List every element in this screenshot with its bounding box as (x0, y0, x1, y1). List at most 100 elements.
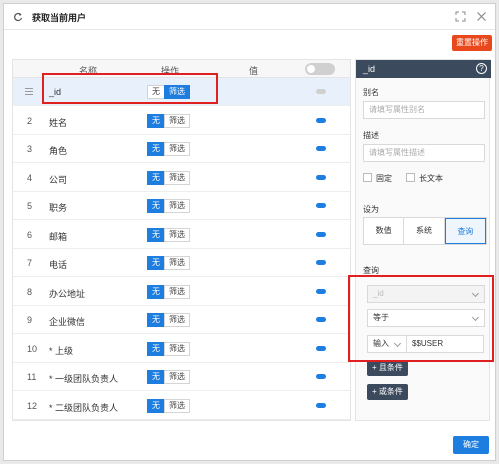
filter-option[interactable]: 筛选 (164, 341, 190, 356)
row-number: 9 (27, 315, 33, 325)
row-name: * 二级团队负责人 (49, 402, 119, 413)
alias-input[interactable]: 请填写属性别名 (363, 101, 485, 119)
row-value-switch[interactable] (316, 203, 326, 208)
row-number: 6 (27, 229, 33, 240)
fixed-checkbox[interactable] (363, 173, 372, 182)
longtext-label: 长文本 (419, 174, 443, 183)
row-number: 8 (27, 286, 33, 297)
row-number: 5 (27, 201, 33, 211)
row-number: 4 (27, 172, 33, 183)
row-value-switch[interactable] (316, 345, 326, 351)
row-action-toggle: 无筛选 (147, 370, 190, 384)
table-row[interactable]: 8 办公地址 无筛选 (13, 278, 350, 306)
none-option[interactable]: 无 (147, 199, 165, 213)
filter-option[interactable]: 筛选 (164, 227, 190, 242)
row-value-switch[interactable] (316, 89, 326, 94)
row-name: 电话 (49, 260, 68, 270)
filter-option[interactable]: 筛选 (164, 170, 190, 185)
drag-handle-icon[interactable] (25, 88, 33, 95)
filter-option[interactable]: 筛选 (164, 113, 190, 128)
setas-number[interactable]: 数值 (364, 218, 405, 244)
row-value-switch[interactable] (316, 317, 326, 322)
filter-option[interactable]: 筛选 (164, 313, 190, 327)
table-row[interactable]: 3 角色 无筛选 (13, 135, 350, 163)
row-number: 10 (27, 343, 38, 354)
reset-button[interactable]: 重置操作 (452, 35, 492, 51)
row-value-switch[interactable] (316, 402, 326, 408)
help-icon[interactable]: ? (476, 63, 487, 74)
row-name: * 上级 (49, 345, 74, 356)
none-option[interactable]: 无 (147, 256, 165, 270)
refresh-icon[interactable] (13, 12, 23, 22)
and-condition-button[interactable]: + 且条件 (367, 360, 408, 376)
table-row[interactable]: 5 职务 无筛选 (13, 192, 350, 220)
row-value-switch[interactable] (316, 260, 326, 265)
filter-option[interactable]: 筛选 (164, 256, 190, 270)
desc-input[interactable]: 请填写属性描述 (363, 144, 485, 162)
row-action-toggle: 无筛选 (147, 341, 190, 356)
none-option[interactable]: 无 (147, 113, 165, 128)
alias-label: 别名 (363, 88, 379, 97)
filter-option[interactable]: 筛选 (164, 142, 190, 156)
table-row[interactable]: 7 电话 无筛选 (13, 249, 350, 277)
confirm-button[interactable]: 确定 (453, 436, 489, 454)
dialog-titlebar: 获取当前用户 (4, 4, 495, 30)
highlight-box-query (348, 275, 494, 362)
none-option[interactable]: 无 (147, 313, 165, 327)
row-name: 企业微信 (49, 317, 86, 327)
row-action-toggle: 无筛选 (147, 313, 190, 327)
toggle-all-switch[interactable] (305, 63, 335, 75)
table-row[interactable]: 10 * 上级 无筛选 (13, 335, 350, 363)
row-name: 公司 (49, 174, 68, 185)
highlight-box-row (42, 73, 218, 104)
table-row[interactable]: 2 姓名 无筛选 (13, 107, 350, 135)
none-option[interactable]: 无 (147, 142, 165, 156)
dialog: 获取当前用户 重置操作 名称 操作 值 _id 无筛选 2 姓名无筛选 3 角色无筛选 4 公… (3, 3, 496, 461)
row-number: 2 (27, 115, 33, 126)
row-name: 办公地址 (49, 288, 86, 299)
longtext-checkbox[interactable] (406, 173, 415, 182)
none-option[interactable]: 无 (147, 398, 165, 413)
row-name: * 一级团队负责人 (49, 374, 119, 384)
table-row[interactable]: 12 * 二级团队负责人 无筛选 (13, 392, 350, 420)
none-option[interactable]: 无 (147, 284, 165, 299)
none-option[interactable]: 无 (147, 341, 165, 356)
setas-system[interactable]: 系统 (404, 218, 445, 244)
setas-tabs: 数值 系统 查询 (363, 217, 487, 245)
close-icon[interactable] (476, 11, 487, 22)
filter-option[interactable]: 筛选 (164, 398, 190, 413)
row-value-switch[interactable] (316, 231, 326, 237)
row-number: 3 (27, 144, 33, 154)
none-option[interactable]: 无 (147, 170, 165, 185)
setas-query[interactable]: 查询 (444, 218, 486, 244)
table-row[interactable]: 11 * 一级团队负责人 无筛选 (13, 363, 350, 391)
table-row[interactable]: 4 公司 无筛选 (13, 164, 350, 192)
setas-label: 设为 (363, 205, 379, 214)
row-action-toggle: 无筛选 (147, 398, 190, 413)
row-value-switch[interactable] (316, 174, 326, 180)
row-action-toggle: 无筛选 (147, 113, 190, 128)
filter-option[interactable]: 筛选 (164, 284, 190, 299)
property-panel: _id ? 别名 请填写属性别名 描述 请填写属性描述 固定 长文本 设为 数值… (355, 59, 491, 421)
row-value-switch[interactable] (316, 117, 326, 123)
row-value-switch[interactable] (316, 146, 326, 151)
filter-option[interactable]: 筛选 (164, 370, 190, 384)
none-option[interactable]: 无 (147, 227, 165, 242)
none-option[interactable]: 无 (147, 370, 165, 384)
row-value-switch[interactable] (316, 374, 326, 379)
desc-label: 描述 (363, 131, 379, 140)
filter-option[interactable]: 筛选 (164, 199, 190, 213)
field-grid: 名称 操作 值 _id 无筛选 2 姓名无筛选 3 角色无筛选 4 公司无筛选 5 职务无筛选 6 邮… (12, 59, 351, 421)
row-value-switch[interactable] (316, 288, 326, 294)
row-name: 姓名 (49, 117, 68, 128)
row-number: 11 (27, 372, 37, 382)
or-condition-button[interactable]: + 或条件 (367, 384, 408, 400)
dialog-title: 获取当前用户 (32, 13, 87, 23)
table-row[interactable]: 6 邮箱 无筛选 (13, 221, 350, 249)
row-name: 邮箱 (49, 231, 68, 242)
property-panel-header: _id ? (356, 60, 491, 78)
row-name: 角色 (49, 146, 68, 156)
row-number: 7 (27, 258, 33, 268)
table-row[interactable]: 9 企业微信 无筛选 (13, 306, 350, 334)
expand-icon[interactable] (455, 11, 466, 22)
